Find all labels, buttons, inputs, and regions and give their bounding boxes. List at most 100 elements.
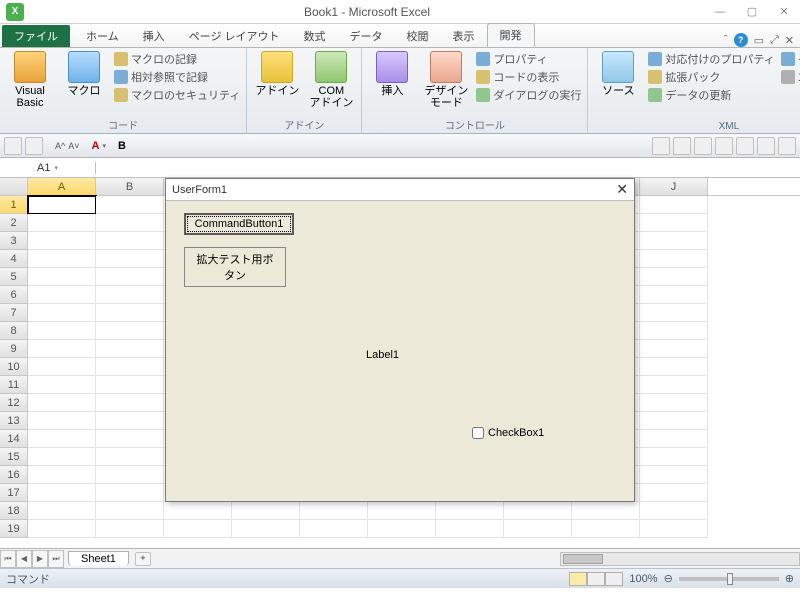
cell-C18[interactable] (164, 502, 232, 520)
cell-A3[interactable] (28, 232, 96, 250)
sheet-nav-next[interactable]: ▶ (32, 550, 48, 568)
map-props-button[interactable]: 対応付けのプロパティ (648, 51, 774, 67)
record-macro-button[interactable]: マクロの記録 (114, 51, 240, 67)
tab-home[interactable]: ホーム (74, 25, 131, 47)
sheet-nav-last[interactable]: ⏭ (48, 550, 64, 568)
zoom-test-button[interactable]: 拡大テスト用ボタン (184, 247, 286, 287)
cell-B16[interactable] (96, 466, 164, 484)
import-button[interactable]: インポート (781, 51, 800, 67)
cell-H18[interactable] (504, 502, 572, 520)
cell-B19[interactable] (96, 520, 164, 538)
tab-formulas[interactable]: 数式 (292, 25, 338, 47)
qb-r3[interactable] (694, 137, 712, 155)
xml-source-button[interactable]: ソース (594, 51, 642, 97)
cell-J14[interactable] (640, 430, 708, 448)
rowhead-15[interactable]: 15 (0, 448, 28, 466)
userform-close-button[interactable]: ✕ (616, 181, 628, 198)
cell-B5[interactable] (96, 268, 164, 286)
cell-B2[interactable] (96, 214, 164, 232)
run-dialog-button[interactable]: ダイアログの実行 (476, 87, 581, 103)
cell-A10[interactable] (28, 358, 96, 376)
qb-r1[interactable] (652, 137, 670, 155)
cell-A11[interactable] (28, 376, 96, 394)
zoom-knob[interactable] (727, 573, 733, 585)
rowhead-18[interactable]: 18 (0, 502, 28, 520)
cell-A1[interactable] (28, 196, 96, 214)
qb-r4[interactable] (715, 137, 733, 155)
cell-J18[interactable] (640, 502, 708, 520)
cell-F19[interactable] (368, 520, 436, 538)
rowhead-11[interactable]: 11 (0, 376, 28, 394)
cell-B9[interactable] (96, 340, 164, 358)
qb-r5[interactable] (736, 137, 754, 155)
help-icon[interactable]: ? (734, 33, 748, 47)
view-pagebreak[interactable] (605, 572, 623, 586)
rowhead-1[interactable]: 1 (0, 196, 28, 214)
cell-J8[interactable] (640, 322, 708, 340)
sheet-nav-prev[interactable]: ◀ (16, 550, 32, 568)
commandbutton1[interactable]: CommandButton1 (184, 213, 294, 235)
cell-J15[interactable] (640, 448, 708, 466)
tab-pagelayout[interactable]: ページ レイアウト (177, 25, 292, 47)
tab-file[interactable]: ファイル (2, 25, 70, 47)
zoom-out-button[interactable]: ⊖ (664, 572, 673, 585)
cell-J2[interactable] (640, 214, 708, 232)
cell-J9[interactable] (640, 340, 708, 358)
relative-ref-button[interactable]: 相対参照で記録 (114, 69, 240, 85)
cell-B17[interactable] (96, 484, 164, 502)
expansion-pack-button[interactable]: 拡張パック (648, 69, 774, 85)
userform-window[interactable]: UserForm1 ✕ CommandButton1 拡大テスト用ボタン Lab… (165, 178, 635, 502)
cell-B4[interactable] (96, 250, 164, 268)
cell-B1[interactable] (96, 196, 164, 214)
cell-E18[interactable] (300, 502, 368, 520)
export-button[interactable]: エクスポート (781, 69, 800, 85)
refresh-data-button[interactable]: データの更新 (648, 87, 774, 103)
rowhead-2[interactable]: 2 (0, 214, 28, 232)
cell-G18[interactable] (436, 502, 504, 520)
cell-B3[interactable] (96, 232, 164, 250)
name-box[interactable]: A1 (0, 162, 96, 174)
cell-A19[interactable] (28, 520, 96, 538)
cell-F18[interactable] (368, 502, 436, 520)
hscroll-thumb[interactable] (563, 554, 603, 564)
sheet-nav-first[interactable]: ⏮ (0, 550, 16, 568)
cell-A7[interactable] (28, 304, 96, 322)
tab-review[interactable]: 校閲 (395, 25, 441, 47)
rowhead-3[interactable]: 3 (0, 232, 28, 250)
qb-r7[interactable] (778, 137, 796, 155)
addins-button[interactable]: アドイン (253, 51, 301, 97)
cell-A14[interactable] (28, 430, 96, 448)
qb-r6[interactable] (757, 137, 775, 155)
cell-A17[interactable] (28, 484, 96, 502)
app-option-icon[interactable]: ▭ (754, 34, 764, 47)
macros-button[interactable]: マクロ (60, 51, 108, 97)
cell-D18[interactable] (232, 502, 300, 520)
cell-I18[interactable] (572, 502, 640, 520)
close-button[interactable]: ✕ (768, 0, 800, 24)
cell-B6[interactable] (96, 286, 164, 304)
cell-B14[interactable] (96, 430, 164, 448)
properties-button[interactable]: プロパティ (476, 51, 581, 67)
cell-B12[interactable] (96, 394, 164, 412)
cell-J11[interactable] (640, 376, 708, 394)
rowhead-13[interactable]: 13 (0, 412, 28, 430)
rowhead-7[interactable]: 7 (0, 304, 28, 322)
cell-B15[interactable] (96, 448, 164, 466)
design-mode-button[interactable]: デザイン モード (422, 51, 470, 109)
view-pagelayout[interactable] (587, 572, 605, 586)
cell-J6[interactable] (640, 286, 708, 304)
cell-A18[interactable] (28, 502, 96, 520)
cell-J12[interactable] (640, 394, 708, 412)
cell-J4[interactable] (640, 250, 708, 268)
cell-A5[interactable] (28, 268, 96, 286)
userform-titlebar[interactable]: UserForm1 ✕ (166, 179, 634, 201)
tab-insert[interactable]: 挿入 (131, 25, 177, 47)
cell-A8[interactable] (28, 322, 96, 340)
macro-security-button[interactable]: マクロのセキュリティ (114, 87, 240, 103)
cell-E19[interactable] (300, 520, 368, 538)
rowhead-5[interactable]: 5 (0, 268, 28, 286)
zoom-slider[interactable] (679, 577, 779, 581)
cell-H19[interactable] (504, 520, 572, 538)
cell-A13[interactable] (28, 412, 96, 430)
rowhead-6[interactable]: 6 (0, 286, 28, 304)
